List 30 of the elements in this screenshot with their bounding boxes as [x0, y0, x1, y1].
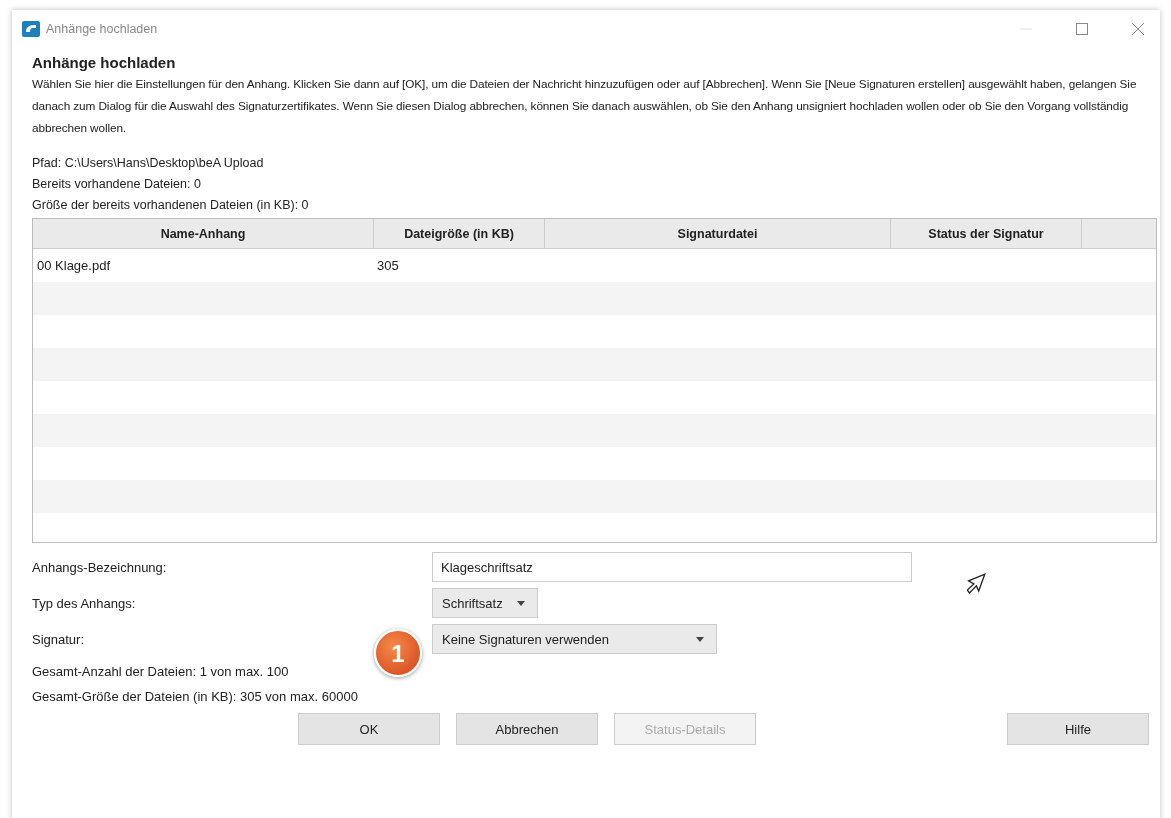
column-header[interactable]: Name-Anhang: [33, 219, 374, 248]
text-field[interactable]: Klageschriftsatz: [432, 552, 912, 582]
field-label: Typ des Anhangs:: [32, 595, 137, 611]
summary-line: Gesamt-Größe der Dateien (in KB): 305 von max. 60000: [32, 688, 359, 706]
step-badge: 1: [374, 629, 422, 677]
info-line: Bereits vorhandene Dateien: 0: [32, 176, 202, 193]
table-cell: 305: [377, 258, 399, 273]
column-header[interactable]: Status der Signatur: [891, 219, 1082, 248]
app-icon: [22, 21, 40, 37]
caret-icon: [696, 636, 704, 642]
maximize-icon[interactable]: [1076, 23, 1088, 35]
close-icon[interactable]: [1132, 23, 1144, 35]
dialog-button[interactable]: Abbrechen: [456, 713, 598, 745]
description-text: Wählen Sie hier die Einstellungen für den Anhang. Klicken Sie dann auf [OK], um die Dateien der Nachricht hinzuzufügen oder auf [Abbrechen]. Wenn Sie [Neue Signaturen erstellen] ausgewählt haben, gelangen Sie danach zum Dialog für die Auswahl des Signaturzertifikates. Wenn Sie diesen Dialog abbrechen, können Sie danach auswählen, ob Sie den Anhang unsigniert hochladen wollen oder ob Sie den Vorgang vollständig abbrechen wollen.: [32, 76, 1138, 137]
field-label: Signatur:: [32, 631, 86, 647]
mouse-pointer-icon: [967, 571, 987, 597]
summary-line: Gesamt-Anzahl der Dateien: 1 von max. 100: [32, 663, 290, 681]
dropdown[interactable]: Keine Signaturen verwenden: [432, 624, 717, 654]
caret-icon: [516, 600, 525, 606]
table-cell: 00 Klage.pdf: [37, 258, 110, 273]
column-header[interactable]: Dateigröße (in KB): [374, 219, 545, 248]
dialog-heading: Anhänge hochladen: [32, 54, 177, 71]
info-line: Größe der bereits vorhandenen Dateien (in KB): 0: [32, 197, 310, 214]
column-header[interactable]: Signaturdatei: [545, 219, 891, 248]
window-title: Anhänge hochladen: [46, 22, 158, 36]
dropdown[interactable]: Schriftsatz: [432, 588, 538, 618]
info-line: Pfad: C:\Users\Hans\Desktop\beA Upload: [32, 155, 265, 172]
dialog-button[interactable]: OK: [298, 713, 440, 745]
dialog-button[interactable]: Hilfe: [1007, 713, 1149, 745]
field-label: Anhangs-Bezeichnung:: [32, 559, 168, 575]
